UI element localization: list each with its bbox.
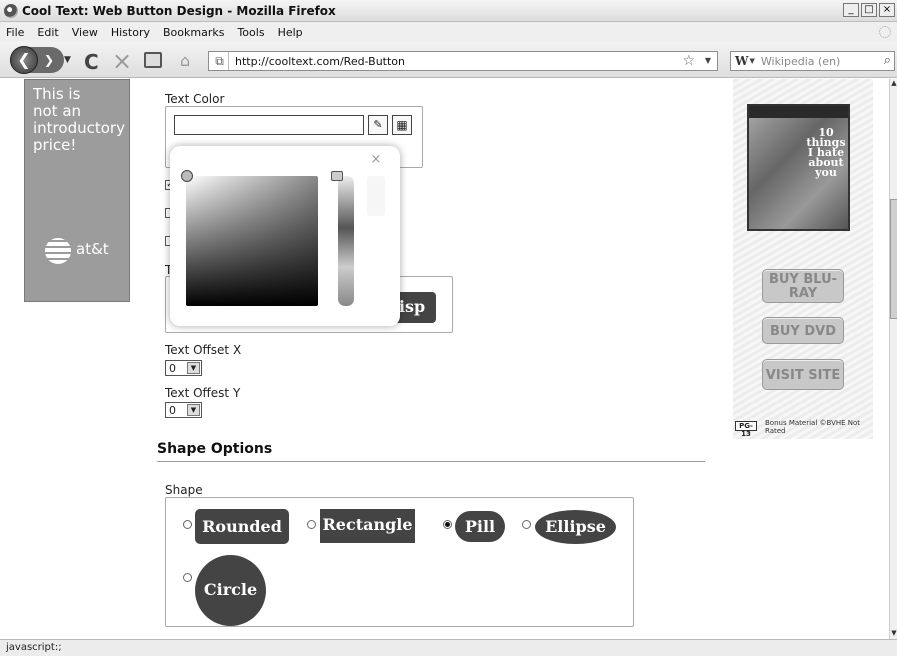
ad-line: introductory (33, 119, 125, 137)
ad-line: not an (33, 102, 82, 120)
throbber-icon (879, 26, 891, 38)
menu-view[interactable]: View (72, 26, 98, 39)
shape-radio-rounded[interactable] (183, 520, 192, 529)
section-divider (157, 461, 705, 462)
close-window-button[interactable]: × (879, 3, 895, 17)
color-handle[interactable] (181, 170, 193, 182)
window-titlebar: Cool Text: Web Button Design - Mozilla F… (0, 0, 897, 22)
buy-dvd-button[interactable]: BUY DVD (762, 317, 844, 344)
ad-line: price! (33, 136, 77, 154)
shape-options-heading: Shape Options (157, 441, 273, 457)
shape-circle-preview[interactable]: Circle (195, 555, 266, 626)
search-placeholder[interactable]: Wikipedia (en) (761, 55, 840, 68)
maximize-button[interactable]: □ (861, 3, 877, 17)
menu-edit[interactable]: Edit (37, 26, 58, 39)
hue-handle[interactable] (331, 171, 343, 181)
url-bar[interactable]: ⧉ http://cooltext.com/Red-Button ☆ ▼ (208, 51, 718, 71)
color-picker-popup: × (170, 146, 400, 326)
window-controls: _ □ × (843, 3, 895, 17)
hue-slider[interactable] (338, 176, 354, 306)
shape-rounded-preview[interactable]: Rounded (195, 509, 289, 544)
color-grid-icon[interactable]: ▦ (392, 115, 412, 135)
select-value: 0 (169, 404, 176, 417)
menu-bar: File Edit View History Bookmarks Tools H… (0, 22, 897, 42)
text-offset-y-select[interactable]: 0 ▼ (165, 402, 202, 418)
visit-site-button[interactable]: VISIT SITE (762, 359, 844, 390)
att-brand: at&t (76, 240, 109, 258)
search-icon[interactable]: ⌕ (884, 53, 891, 68)
rating-badge: PG-13 (735, 421, 757, 438)
chevron-down-icon[interactable]: ▼ (187, 362, 200, 374)
page-identity-icon[interactable]: ⧉ (211, 52, 229, 70)
menu-tools[interactable]: Tools (237, 26, 264, 39)
forward-button[interactable]: ❯ (40, 51, 58, 69)
select-value: 0 (169, 362, 176, 375)
shape-radio-circle[interactable] (183, 573, 192, 582)
shape-radio-pill[interactable] (443, 520, 452, 529)
scroll-down-icon[interactable]: ▼ (890, 629, 897, 639)
shape-ellipse-preview[interactable]: Ellipse (535, 510, 616, 544)
scrollbar-thumb[interactable] (890, 199, 897, 319)
bluray-banner (749, 106, 848, 118)
text-offset-y-label: Text Offest Y (165, 386, 241, 400)
reload-icon[interactable]: C (84, 50, 99, 74)
history-dropdown-icon[interactable]: ▼ (64, 55, 71, 65)
menu-history[interactable]: History (111, 26, 150, 39)
shape-pill-preview[interactable]: Pill (455, 511, 505, 542)
dvd-cover-image[interactable]: 10 things I hate about you (747, 104, 850, 231)
text-offset-x-label: Text Offset X (165, 343, 242, 357)
shape-rectangle-preview[interactable]: Rectangle (320, 509, 415, 543)
text-color-input[interactable] (174, 115, 364, 135)
text-color-label: Text Color (165, 92, 225, 106)
movie-advertisement[interactable]: 10 things I hate about you BUY BLU-RAY B… (733, 79, 873, 439)
vertical-scrollbar[interactable]: ▲ ▼ (889, 79, 897, 639)
shape-radio-ellipse[interactable] (522, 520, 531, 529)
color-preview-swatch (367, 176, 385, 216)
stop-icon[interactable]: × (112, 47, 132, 75)
eyedropper-icon[interactable]: ✎ (368, 115, 388, 135)
shape-radio-rectangle[interactable] (307, 520, 316, 529)
print-icon[interactable] (144, 52, 162, 68)
chevron-down-icon[interactable]: ▼ (187, 404, 200, 416)
menu-help[interactable]: Help (278, 26, 303, 39)
firefox-icon (4, 3, 18, 18)
page-content: This is not an introductory price! at&t … (0, 79, 889, 639)
search-bar[interactable]: W ▼ Wikipedia (en) ⌕ (730, 51, 895, 71)
home-icon[interactable]: ⌂ (180, 51, 190, 70)
url-dropdown-icon[interactable]: ▼ (705, 56, 711, 65)
text-offset-x-select[interactable]: 0 ▼ (165, 360, 202, 376)
buy-bluray-button[interactable]: BUY BLU-RAY (762, 269, 844, 303)
engine-dropdown-icon[interactable]: ▼ (749, 57, 754, 65)
rating-note: Bonus Material ©BVHE Not Rated (765, 419, 861, 435)
shape-label: Shape (165, 483, 203, 497)
menu-bookmarks[interactable]: Bookmarks (163, 26, 224, 39)
minimize-button[interactable]: _ (843, 3, 859, 17)
dvd-title: 10 things I hate about you (806, 126, 846, 179)
ad-headline: This is not an introductory price! (33, 86, 128, 154)
window-title: Cool Text: Web Button Design - Mozilla F… (22, 3, 336, 18)
url-text[interactable]: http://cooltext.com/Red-Button (235, 55, 405, 68)
navigation-toolbar: ❮ ❯ ▼ C × ⌂ ⧉ http://cooltext.com/Red-Bu… (0, 42, 897, 78)
close-icon[interactable]: × (369, 153, 383, 167)
scroll-up-icon[interactable]: ▲ (890, 79, 897, 89)
bookmark-star-icon[interactable]: ☆ (682, 53, 695, 69)
back-button[interactable]: ❮ (10, 46, 38, 74)
menu-file[interactable]: File (6, 26, 24, 39)
saturation-value-square[interactable] (186, 176, 318, 306)
status-bar: javascript:; (0, 639, 897, 656)
wikipedia-icon[interactable]: W (735, 54, 748, 68)
att-globe-icon (45, 238, 71, 264)
att-advertisement[interactable]: This is not an introductory price! at&t (24, 79, 130, 302)
ad-line: This is (33, 85, 81, 103)
